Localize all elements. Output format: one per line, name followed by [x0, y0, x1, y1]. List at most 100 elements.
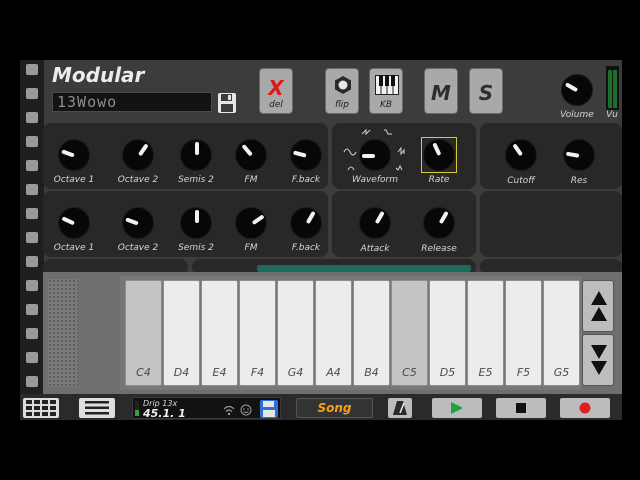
- strip-hole: [26, 304, 38, 315]
- save-patch-button[interactable]: [217, 92, 237, 114]
- grid-view-button[interactable]: [23, 398, 59, 418]
- piano-key-c5[interactable]: C5: [391, 280, 428, 386]
- key-label: G5: [553, 366, 570, 379]
- strip-hole: [26, 184, 38, 195]
- knob-pointer: [125, 217, 139, 226]
- rate-knob[interactable]: [423, 139, 455, 171]
- piano-key-c4[interactable]: C4: [125, 280, 162, 386]
- knob-pointer: [137, 143, 149, 157]
- strip-hole: [26, 136, 38, 147]
- delete-x-icon: X: [268, 76, 284, 100]
- module-scroll-indicator[interactable]: [257, 265, 471, 272]
- floppy-disk-icon: [218, 93, 236, 113]
- knob-pointer: [374, 210, 385, 225]
- volume-knob[interactable]: [561, 74, 593, 106]
- key-label: F4: [250, 366, 265, 379]
- piano-key-g5[interactable]: G5: [543, 280, 580, 386]
- octave1-label: Octave 1: [53, 175, 95, 185]
- octave2-knob-2[interactable]: [122, 207, 154, 239]
- vu-label: Vu: [606, 110, 618, 120]
- double-chevron-down-icon: [591, 345, 607, 375]
- release-label: Release: [421, 244, 457, 254]
- key-label: C5: [402, 366, 417, 379]
- metronome-button[interactable]: [388, 398, 412, 418]
- piano-key-e5[interactable]: E5: [467, 280, 504, 386]
- flip-label: flip: [334, 100, 350, 110]
- feedback-knob-2[interactable]: [290, 207, 322, 239]
- delete-label: del: [269, 100, 283, 110]
- knob-pointer: [438, 210, 449, 225]
- feedback-label-2: F.back: [291, 243, 321, 253]
- strip-hole: [26, 208, 38, 219]
- mute-button[interactable]: M: [424, 68, 458, 114]
- rate-label: Rate: [428, 175, 450, 185]
- cutoff-knob[interactable]: [505, 139, 537, 171]
- knob-pointer: [432, 142, 442, 156]
- strip-hole: [26, 256, 38, 267]
- level-meter-fill: [135, 410, 139, 416]
- octave-up-button[interactable]: [582, 280, 614, 332]
- fm-knob-2[interactable]: [235, 207, 267, 239]
- strip-hole: [26, 352, 38, 363]
- waveform-knob[interactable]: [359, 139, 391, 171]
- key-label: C4: [136, 366, 151, 379]
- cutoff-label: Cutoff: [507, 176, 535, 186]
- octave2-label-2: Octave 2: [117, 243, 159, 253]
- key-label: F5: [516, 366, 531, 379]
- res-label: Res: [570, 176, 588, 186]
- vu-right-bar: [613, 70, 617, 108]
- release-knob[interactable]: [423, 207, 455, 239]
- menu-button[interactable]: [79, 398, 115, 418]
- semis2-knob-2[interactable]: [180, 207, 212, 239]
- record-button[interactable]: [560, 398, 610, 418]
- delete-button[interactable]: X del: [259, 68, 293, 114]
- fm-knob[interactable]: [235, 139, 267, 171]
- stop-button[interactable]: [496, 398, 546, 418]
- play-icon: [451, 402, 463, 414]
- piano-key-d5[interactable]: D5: [429, 280, 466, 386]
- knob-pointer: [292, 150, 307, 158]
- octave1-knob-2[interactable]: [58, 207, 90, 239]
- synth-app: Modular 13Wowo X del flip KB M S Volume …: [20, 60, 622, 420]
- piano-key-d4[interactable]: D4: [163, 280, 200, 386]
- key-label: E4: [212, 366, 227, 379]
- keyboard-toggle-button[interactable]: KB: [369, 68, 403, 114]
- piano-keys-icon: [375, 75, 399, 95]
- octave-down-button[interactable]: [582, 334, 614, 386]
- piano-key-e4[interactable]: E4: [201, 280, 238, 386]
- smiley-icon: [240, 404, 252, 416]
- patch-name-display[interactable]: 13Wowo: [52, 92, 212, 112]
- key-label: D4: [173, 366, 190, 379]
- hamburger-menu-icon: [85, 401, 109, 415]
- record-icon: [579, 402, 591, 414]
- piano-key-a4[interactable]: A4: [315, 280, 352, 386]
- song-mode-button[interactable]: Song: [296, 398, 373, 418]
- knob-pointer: [362, 154, 375, 158]
- piano-key-b4[interactable]: B4: [353, 280, 390, 386]
- knob-pointer: [512, 143, 524, 157]
- strip-hole: [26, 328, 38, 339]
- mute-label: M: [431, 81, 451, 105]
- semis2-knob[interactable]: [180, 139, 212, 171]
- solo-button[interactable]: S: [469, 68, 503, 114]
- piano-key-f4[interactable]: F4: [239, 280, 276, 386]
- patch-name-text: 13Wowo: [57, 93, 118, 111]
- piano-key-f5[interactable]: F5: [505, 280, 542, 386]
- feedback-knob[interactable]: [290, 139, 322, 171]
- knob-pointer: [251, 214, 265, 226]
- play-button[interactable]: [432, 398, 482, 418]
- attack-knob[interactable]: [359, 207, 391, 239]
- octave1-label-2: Octave 1: [53, 243, 95, 253]
- vu-left-bar: [608, 70, 612, 108]
- waveform-label: Waveform: [352, 175, 398, 185]
- track-info-panel[interactable]: Drip 13x 45.1. 1: [132, 397, 281, 420]
- octave2-knob[interactable]: [122, 139, 154, 171]
- flip-button[interactable]: flip: [325, 68, 359, 114]
- piano-key-g4[interactable]: G4: [277, 280, 314, 386]
- res-knob[interactable]: [563, 139, 595, 171]
- octave1-knob[interactable]: [58, 139, 90, 171]
- save-song-floppy-icon[interactable]: [259, 399, 279, 419]
- strip-hole: [26, 376, 38, 387]
- key-label: D5: [439, 366, 456, 379]
- knob-pointer: [241, 143, 253, 157]
